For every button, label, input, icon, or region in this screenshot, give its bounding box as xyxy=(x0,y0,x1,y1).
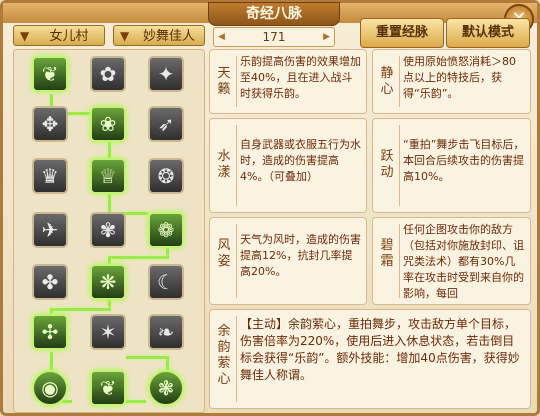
moon-icon[interactable]: ☾ xyxy=(148,264,184,300)
meridian-glyph: ❀ xyxy=(99,112,117,136)
meridian-link xyxy=(126,356,169,359)
leaf-icon[interactable]: ❦ xyxy=(90,370,126,406)
left-arrow-icon: ◀ xyxy=(218,32,225,42)
meridian-glyph: ✿ xyxy=(99,62,117,86)
right-arrow-icon: ▶ xyxy=(323,32,330,42)
skill-desc: 任何企图攻击你的敌方（包括对你施放封印、诅咒类法术）都有30%几率在攻击时受到来… xyxy=(403,223,524,300)
skill-desc: 天气为风时，造成的伤害提高12%，抗封几率提高20%。 xyxy=(240,233,361,278)
divider xyxy=(399,224,400,298)
divider xyxy=(399,125,400,206)
meridian-glyph: ✶ xyxy=(99,320,117,344)
skill-panel-5[interactable]: 风姿 天气为风时，造成的伤害提高12%，抗封几率提高20%。 xyxy=(209,217,367,305)
skill-title: 碧霜 xyxy=(380,238,394,269)
meridian-glyph: ☾ xyxy=(157,270,175,294)
dropdown-arrow-icon: ▼ xyxy=(20,29,30,43)
meridian-glyph: ✾ xyxy=(99,218,117,242)
crown-icon[interactable]: ♕ xyxy=(90,158,126,194)
meridian-glyph: ✈ xyxy=(41,218,59,242)
jingmai-window: 奇经八脉 ✕ ▼ 女儿村 ▼ 妙舞佳人 ◀ 171 ▶ 重置经脉 默认模式 ❦✿… xyxy=(0,0,540,416)
skill-panel-1[interactable]: 天籁 乐韵提高伤害的效果增加至40%，且在进入战斗时获得乐韵。 xyxy=(209,49,367,114)
swirl-icon[interactable]: ❁ xyxy=(148,212,184,248)
meridian-glyph: ✦ xyxy=(157,62,175,86)
knot-icon[interactable]: ❃ xyxy=(148,370,184,406)
skill-panel-3[interactable]: 水漾 自身武器或衣服五行为水时，造成的伤害提高4%。（可叠加） xyxy=(209,118,367,213)
meridian-glyph: ◉ xyxy=(41,376,59,400)
shuriken-icon[interactable]: ✦ xyxy=(148,56,184,92)
skill-title: 风姿 xyxy=(217,238,231,269)
skillset-dropdown[interactable]: ▼ 妙舞佳人 xyxy=(113,25,205,46)
skill-title: 余韵萦心 xyxy=(217,324,231,387)
meridian-link xyxy=(108,192,111,212)
wave-icon[interactable]: ❂ xyxy=(148,158,184,194)
meridian-glyph: ✣ xyxy=(41,320,59,344)
eye-icon[interactable]: ◉ xyxy=(32,370,68,406)
meridian-glyph: ❂ xyxy=(157,164,175,188)
window-title: 奇经八脉 xyxy=(208,2,340,26)
dropdown-arrow-icon: ▼ xyxy=(120,29,130,43)
meridian-glyph: ❃ xyxy=(157,376,175,400)
meridian-link xyxy=(108,256,169,259)
skill-desc: 使用原始愤怒消耗＞80点以上的特技后，获得“乐韵”。 xyxy=(403,55,516,100)
feather-icon[interactable]: ➶ xyxy=(148,106,184,142)
lotus-icon[interactable]: ❀ xyxy=(90,106,126,142)
meridian-link xyxy=(124,400,146,403)
meridian-link xyxy=(50,352,53,372)
school-dropdown[interactable]: ▼ 女儿村 xyxy=(13,25,105,46)
meridian-glyph: ❋ xyxy=(99,270,117,294)
pattern-icon[interactable]: ✣ xyxy=(32,314,68,350)
skill-desc: 【主动】余韵萦心，重拍舞步，攻击敌方单个目标，伤害倍率为220%，使用后进入休息… xyxy=(240,317,520,382)
rabbit-icon[interactable]: ✤ xyxy=(32,264,68,300)
skill-title: 天籁 xyxy=(217,66,231,97)
skill-panel-2[interactable]: 静心 使用原始愤怒消耗＞80点以上的特技后，获得“乐韵”。 xyxy=(372,49,531,114)
bird-icon[interactable]: ✈ xyxy=(32,212,68,248)
skill-desc: 乐韵提高伤害的效果增加至40%，且在进入战斗时获得乐韵。 xyxy=(240,55,361,100)
meridian-glyph: ✥ xyxy=(41,112,59,136)
dancer-icon[interactable]: ♛ xyxy=(32,158,68,194)
divider xyxy=(236,125,237,206)
points-display: ◀ 171 ▶ xyxy=(213,27,335,47)
skill-desc: 自身武器或衣服五行为水时，造成的伤害提高4%。（可叠加） xyxy=(240,138,361,183)
meridian-glyph: ♕ xyxy=(99,164,117,188)
skill-title: 静心 xyxy=(380,66,394,97)
cloud-icon[interactable]: ❋ xyxy=(90,264,126,300)
paw-icon[interactable]: ✥ xyxy=(32,106,68,142)
meridian-glyph: ❦ xyxy=(99,376,117,400)
skill-panel-4[interactable]: 跃动 “重拍”舞步击飞目标后，本回合后续攻击的伤害提高10%。 xyxy=(372,118,531,213)
divider xyxy=(236,56,237,107)
skill-title: 跃动 xyxy=(380,149,394,180)
meridian-glyph: ♛ xyxy=(41,164,59,188)
flower-icon[interactable]: ✾ xyxy=(90,212,126,248)
school-value: 女儿村 xyxy=(49,29,89,44)
divider xyxy=(236,224,237,298)
meridian-glyph: ❧ xyxy=(157,320,175,344)
points-value: 171 xyxy=(262,30,286,44)
meridian-glyph: ✤ xyxy=(41,270,59,294)
skillset-value: 妙舞佳人 xyxy=(142,29,195,44)
divider xyxy=(236,316,237,402)
wing-icon[interactable]: ❦ xyxy=(32,56,68,92)
meridian-glyph: ➶ xyxy=(157,112,175,136)
vine-icon[interactable]: ❧ xyxy=(148,314,184,350)
star-icon[interactable]: ✶ xyxy=(90,314,126,350)
skill-desc: “重拍”舞步击飞目标后，本回合后续攻击的伤害提高10%。 xyxy=(403,138,525,183)
reset-meridian-button[interactable]: 重置经脉 xyxy=(360,18,444,48)
active-skill-panel[interactable]: 余韵萦心 【主动】余韵萦心，重拍舞步，攻击敌方单个目标，伤害倍率为220%，使用… xyxy=(209,309,531,409)
meridian-glyph: ❁ xyxy=(157,218,175,242)
divider xyxy=(399,56,400,107)
skill-title: 水漾 xyxy=(217,149,231,180)
meridian-tree: ❦ ✿ ✦ ✥ ❀ ➶ ♛ ♕ ❂ ✈ ✾ ❁ ✤ ❋ ☾ ✣ ✶ ❧ ◉ ❦ ❃ xyxy=(13,49,205,413)
sprout-icon[interactable]: ✿ xyxy=(90,56,126,92)
meridian-glyph: ❦ xyxy=(41,62,59,86)
meridian-link xyxy=(50,308,111,311)
default-mode-button[interactable]: 默认模式 xyxy=(446,18,530,48)
skill-panel-6[interactable]: 碧霜 任何企图攻击你的敌方（包括对你施放封印、诅咒类法术）都有30%几率在攻击时… xyxy=(372,217,531,305)
